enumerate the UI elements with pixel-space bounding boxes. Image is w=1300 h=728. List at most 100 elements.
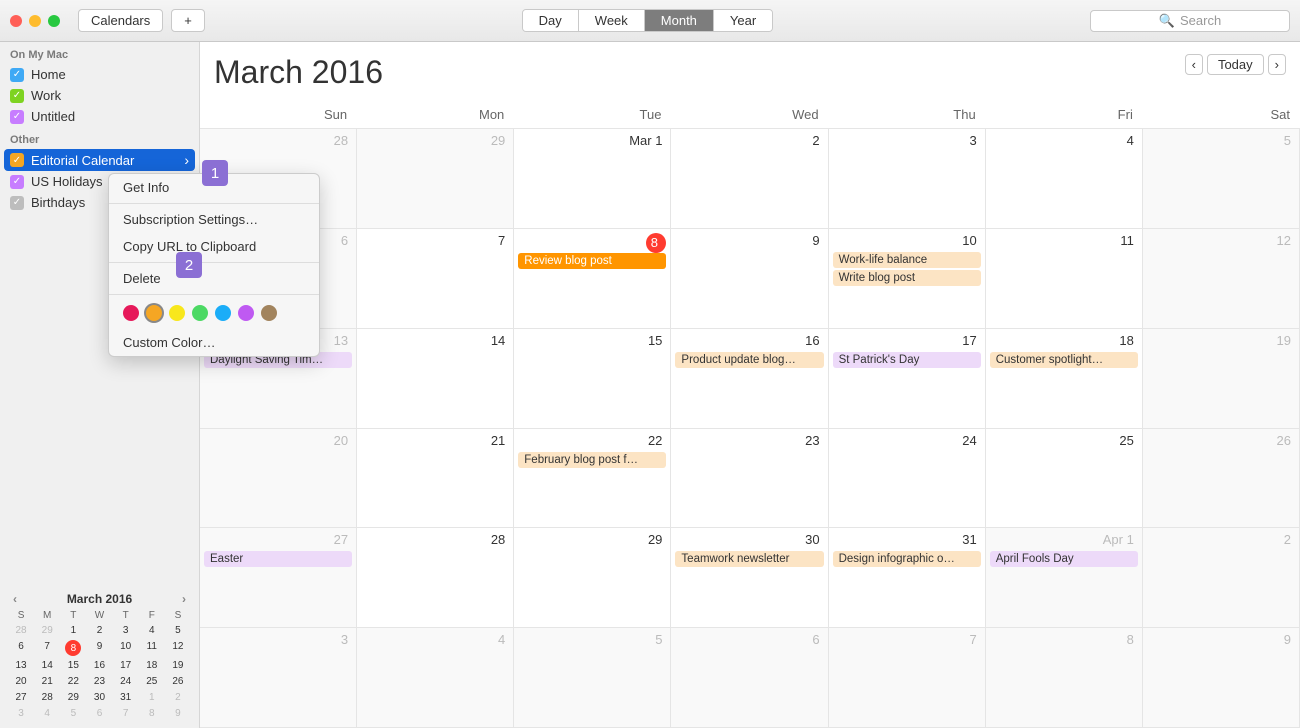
- mini-day[interactable]: 9: [86, 640, 112, 656]
- day-cell[interactable]: 18Customer spotlight…: [986, 329, 1143, 429]
- day-cell[interactable]: 29: [514, 528, 671, 628]
- day-cell[interactable]: 15: [514, 329, 671, 429]
- month-grid[interactable]: 2829Mar 12345678Review blog post910Work-…: [200, 128, 1300, 728]
- day-cell[interactable]: 26: [1143, 429, 1300, 529]
- zoom-window[interactable]: [48, 15, 60, 27]
- ctx-custom-color[interactable]: Custom Color…: [109, 329, 319, 356]
- mini-day[interactable]: 24: [113, 675, 139, 688]
- day-cell[interactable]: 5: [1143, 129, 1300, 229]
- calendar-item[interactable]: ✓Home: [0, 64, 199, 85]
- day-cell[interactable]: 4: [357, 628, 514, 728]
- day-cell[interactable]: 9: [1143, 628, 1300, 728]
- day-cell[interactable]: 2: [1143, 528, 1300, 628]
- mini-day[interactable]: 3: [8, 707, 34, 720]
- color-dot[interactable]: [146, 305, 162, 321]
- day-cell[interactable]: 8Review blog post: [514, 229, 671, 329]
- checkbox-icon[interactable]: ✓: [10, 110, 24, 124]
- event[interactable]: February blog post f…: [518, 452, 666, 468]
- event[interactable]: Product update blog…: [675, 352, 823, 368]
- mini-day[interactable]: 3: [113, 624, 139, 637]
- view-year[interactable]: Year: [714, 10, 772, 31]
- mini-day[interactable]: 4: [34, 707, 60, 720]
- mini-day[interactable]: 25: [139, 675, 165, 688]
- color-dot[interactable]: [238, 305, 254, 321]
- add-button[interactable]: +: [171, 9, 205, 32]
- today-button[interactable]: Today: [1207, 54, 1264, 75]
- mini-day[interactable]: 2: [165, 691, 191, 704]
- mini-day[interactable]: 11: [139, 640, 165, 656]
- day-cell[interactable]: 12: [1143, 229, 1300, 329]
- day-cell[interactable]: 2: [671, 129, 828, 229]
- calendar-item[interactable]: ✓Editorial Calendar›: [4, 149, 195, 171]
- day-cell[interactable]: 29: [357, 129, 514, 229]
- day-cell[interactable]: 31Design infographic o…: [829, 528, 986, 628]
- mini-day[interactable]: 23: [86, 675, 112, 688]
- day-cell[interactable]: 5: [514, 628, 671, 728]
- day-cell[interactable]: 24: [829, 429, 986, 529]
- day-cell[interactable]: 3: [200, 628, 357, 728]
- event[interactable]: Teamwork newsletter: [675, 551, 823, 567]
- mini-day[interactable]: 6: [8, 640, 34, 656]
- event[interactable]: Design infographic o…: [833, 551, 981, 567]
- checkbox-icon[interactable]: ✓: [10, 196, 24, 210]
- checkbox-icon[interactable]: ✓: [10, 175, 24, 189]
- event[interactable]: Write blog post: [833, 270, 981, 286]
- checkbox-icon[interactable]: ✓: [10, 89, 24, 103]
- day-cell[interactable]: 30Teamwork newsletter: [671, 528, 828, 628]
- day-cell[interactable]: 7: [829, 628, 986, 728]
- day-cell[interactable]: 14: [357, 329, 514, 429]
- event[interactable]: Easter: [204, 551, 352, 567]
- mini-day[interactable]: 8: [65, 640, 81, 656]
- calendar-item[interactable]: ✓Work: [0, 85, 199, 106]
- day-cell[interactable]: 10Work-life balanceWrite blog post: [829, 229, 986, 329]
- mini-day[interactable]: 20: [8, 675, 34, 688]
- event[interactable]: Review blog post: [518, 253, 666, 269]
- mini-day[interactable]: 29: [34, 624, 60, 637]
- checkbox-icon[interactable]: ✓: [10, 68, 24, 82]
- day-cell[interactable]: 7: [357, 229, 514, 329]
- view-month[interactable]: Month: [645, 10, 714, 31]
- mini-day[interactable]: 19: [165, 659, 191, 672]
- prev-button[interactable]: ‹: [1185, 54, 1203, 75]
- color-dot[interactable]: [123, 305, 139, 321]
- mini-day[interactable]: 18: [139, 659, 165, 672]
- event[interactable]: Work-life balance: [833, 252, 981, 268]
- day-cell[interactable]: Apr 1April Fools Day: [986, 528, 1143, 628]
- mini-day[interactable]: 27: [8, 691, 34, 704]
- view-day[interactable]: Day: [523, 10, 579, 31]
- minimize-window[interactable]: [29, 15, 41, 27]
- mini-day[interactable]: 16: [86, 659, 112, 672]
- mini-day[interactable]: 14: [34, 659, 60, 672]
- day-cell[interactable]: 20: [200, 429, 357, 529]
- mini-day[interactable]: 9: [165, 707, 191, 720]
- mini-day[interactable]: 31: [113, 691, 139, 704]
- ctx-item[interactable]: Subscription Settings…: [109, 206, 319, 233]
- mini-day[interactable]: 8: [139, 707, 165, 720]
- day-cell[interactable]: 23: [671, 429, 828, 529]
- mini-day[interactable]: 7: [113, 707, 139, 720]
- event[interactable]: Customer spotlight…: [990, 352, 1138, 368]
- day-cell[interactable]: 6: [671, 628, 828, 728]
- search-field[interactable]: 🔍 Search: [1090, 10, 1290, 32]
- day-cell[interactable]: 11: [986, 229, 1143, 329]
- ctx-item[interactable]: Copy URL to Clipboard: [109, 233, 319, 260]
- day-cell[interactable]: Mar 1: [514, 129, 671, 229]
- day-cell[interactable]: 22February blog post f…: [514, 429, 671, 529]
- mini-day[interactable]: 28: [8, 624, 34, 637]
- event[interactable]: St Patrick's Day: [833, 352, 981, 368]
- mini-day[interactable]: 17: [113, 659, 139, 672]
- color-dot[interactable]: [169, 305, 185, 321]
- mini-day[interactable]: 5: [60, 707, 86, 720]
- checkbox-icon[interactable]: ✓: [10, 153, 24, 167]
- mini-day[interactable]: 15: [60, 659, 86, 672]
- mini-day[interactable]: 29: [60, 691, 86, 704]
- mini-day[interactable]: 12: [165, 640, 191, 656]
- color-dot[interactable]: [192, 305, 208, 321]
- mini-day[interactable]: 1: [60, 624, 86, 637]
- day-cell[interactable]: 28: [357, 528, 514, 628]
- calendars-button[interactable]: Calendars: [78, 9, 163, 32]
- day-cell[interactable]: 27Easter: [200, 528, 357, 628]
- day-cell[interactable]: 25: [986, 429, 1143, 529]
- color-dot[interactable]: [215, 305, 231, 321]
- day-cell[interactable]: 8: [986, 628, 1143, 728]
